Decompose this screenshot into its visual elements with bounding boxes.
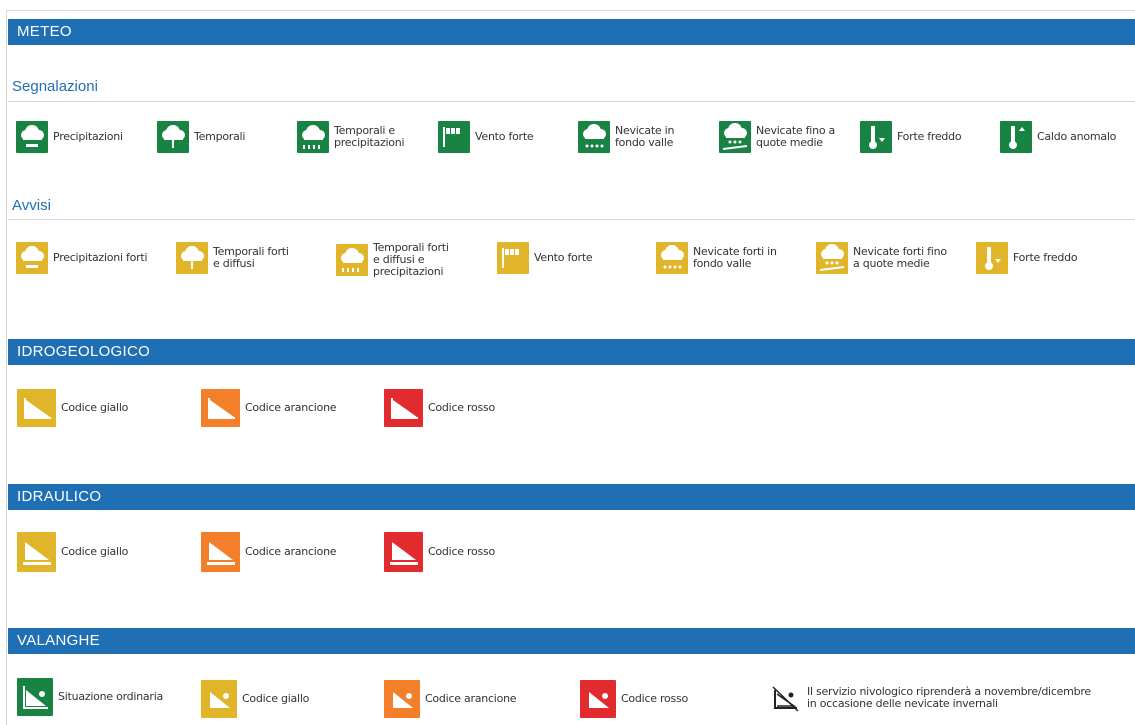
section-header-idraulico: IDRAULICO: [8, 484, 1135, 510]
legend-item-caldo-anomalo: Caldo anomalo: [1000, 121, 1116, 153]
flood-icon: [17, 532, 56, 572]
legend-item-idraulico-rosso: Codice rosso: [384, 532, 495, 572]
avalanche-icon: [201, 680, 237, 718]
legend-label: Codice rosso: [428, 401, 495, 414]
legend-item-precipitazioni: Precipitazioni: [16, 121, 123, 153]
legend-item-temporali-forti-precipitazioni: Temporali forti e diffusi e precipitazio…: [336, 242, 449, 278]
wind-flag-icon: [438, 121, 470, 153]
legend-item-valanghe-giallo: Codice giallo: [201, 680, 309, 718]
thunderstorm-icon: [157, 121, 189, 153]
legend-item-idrogeologico-arancione: Codice arancione: [201, 389, 337, 427]
service-paused-icon: [768, 680, 802, 716]
avalanche-icon: [17, 678, 53, 716]
legend-item-temporali-precipitazioni: Temporali e precipitazioni: [297, 121, 405, 153]
legend-label: Temporali forti e diffusi e precipitazio…: [373, 241, 449, 278]
legend-item-idraulico-giallo: Codice giallo: [17, 532, 128, 572]
legend-item-idrogeologico-rosso: Codice rosso: [384, 389, 495, 427]
legend-label: Situazione ordinaria: [58, 690, 163, 703]
legend-label: Temporali: [194, 130, 246, 143]
legend-item-vento-forte: Vento forte: [438, 121, 534, 153]
legend-item-nevicate-forti-quote-medie: Nevicate forti fino a quote medie: [816, 242, 947, 274]
snow-mid-altitude-icon: [816, 242, 848, 274]
legend-label: Caldo anomalo: [1037, 130, 1117, 143]
legend-label: Codice giallo: [61, 545, 129, 558]
flood-icon: [384, 532, 423, 572]
legend-item-precipitazioni-forti: Precipitazioni forti: [16, 242, 148, 274]
legend-item-idrogeologico-giallo: Codice giallo: [17, 389, 128, 427]
landslide-icon: [384, 389, 423, 427]
legend-item-temporali-forti: Temporali forti e diffusi: [176, 242, 289, 274]
legend-item-nevicate-quote-medie: Nevicate fino a quote medie: [719, 121, 835, 153]
legend-item-nevicate-fondo-valle: Nevicate in fondo valle: [578, 121, 674, 153]
legend-label: Forte freddo: [1013, 251, 1078, 264]
legend-label: Nevicate fino a quote medie: [756, 124, 836, 149]
subsection-title-avvisi: Avvisi: [12, 197, 51, 214]
legend-label: Forte freddo: [897, 130, 962, 143]
divider: [8, 219, 1135, 220]
subsection-title-segnalazioni: Segnalazioni: [12, 78, 98, 95]
section-header-idrogeologico: IDROGEOLOGICO: [8, 339, 1135, 365]
legend-label: Il servizio nivologico riprenderà a nove…: [807, 685, 1091, 710]
flood-icon: [201, 532, 240, 572]
legend-item-temporali: Temporali: [157, 121, 245, 153]
avalanche-icon: [384, 680, 420, 718]
landslide-icon: [17, 389, 56, 427]
snow-mid-altitude-icon: [719, 121, 751, 153]
thunderstorm-rain-icon: [336, 244, 368, 276]
legend-label: Codice rosso: [428, 545, 495, 558]
section-header-meteo: METEO: [8, 19, 1135, 45]
thunderstorm-icon: [176, 242, 208, 274]
legend-label: Nevicate in fondo valle: [615, 124, 675, 149]
legend-label: Temporali e precipitazioni: [334, 124, 405, 149]
legend-label: Temporali forti e diffusi: [213, 245, 289, 270]
wind-flag-icon: [497, 242, 529, 274]
legend-label: Nevicate forti fino a quote medie: [853, 245, 947, 270]
legend-label: Vento forte: [475, 130, 534, 143]
legend-item-valanghe-ordinaria: Situazione ordinaria: [17, 678, 163, 716]
legend-item-valanghe-arancione: Codice arancione: [384, 680, 517, 718]
legend-label: Vento forte: [534, 251, 593, 264]
legend-label: Codice rosso: [621, 692, 688, 705]
legend-label: Nevicate forti in fondo valle: [693, 245, 777, 270]
legend-label: Codice arancione: [425, 692, 517, 705]
legend-label: Codice giallo: [61, 401, 129, 414]
snow-valley-icon: [578, 121, 610, 153]
legend-item-forte-freddo: Forte freddo: [860, 121, 962, 153]
snow-valley-icon: [656, 242, 688, 274]
divider: [8, 101, 1135, 102]
thunderstorm-rain-icon: [297, 121, 329, 153]
legend-item-nevicate-forti-fondo-valle: Nevicate forti in fondo valle: [656, 242, 777, 274]
legend-label: Precipitazioni: [53, 130, 123, 143]
legend-item-idraulico-arancione: Codice arancione: [201, 532, 337, 572]
legend-item-valanghe-rosso: Codice rosso: [580, 680, 688, 718]
avalanche-icon: [580, 680, 616, 718]
page-frame: [6, 10, 1135, 725]
cold-thermometer-icon: [860, 121, 892, 153]
legend-item-vento-forte-avviso: Vento forte: [497, 242, 593, 274]
cloud-rain-icon: [16, 121, 48, 153]
legend-label: Codice arancione: [245, 545, 337, 558]
cloud-rain-icon: [16, 242, 48, 274]
cold-thermometer-icon: [976, 242, 1008, 274]
section-header-valanghe: VALANGHE: [8, 628, 1135, 654]
legend-label: Codice giallo: [242, 692, 310, 705]
legend-label: Precipitazioni forti: [53, 251, 148, 264]
legend-item-forte-freddo-avviso: Forte freddo: [976, 242, 1078, 274]
landslide-icon: [201, 389, 240, 427]
legend-item-valanghe-servizio-sospeso: Il servizio nivologico riprenderà a nove…: [768, 680, 1107, 716]
legend-label: Codice arancione: [245, 401, 337, 414]
heat-thermometer-icon: [1000, 121, 1032, 153]
